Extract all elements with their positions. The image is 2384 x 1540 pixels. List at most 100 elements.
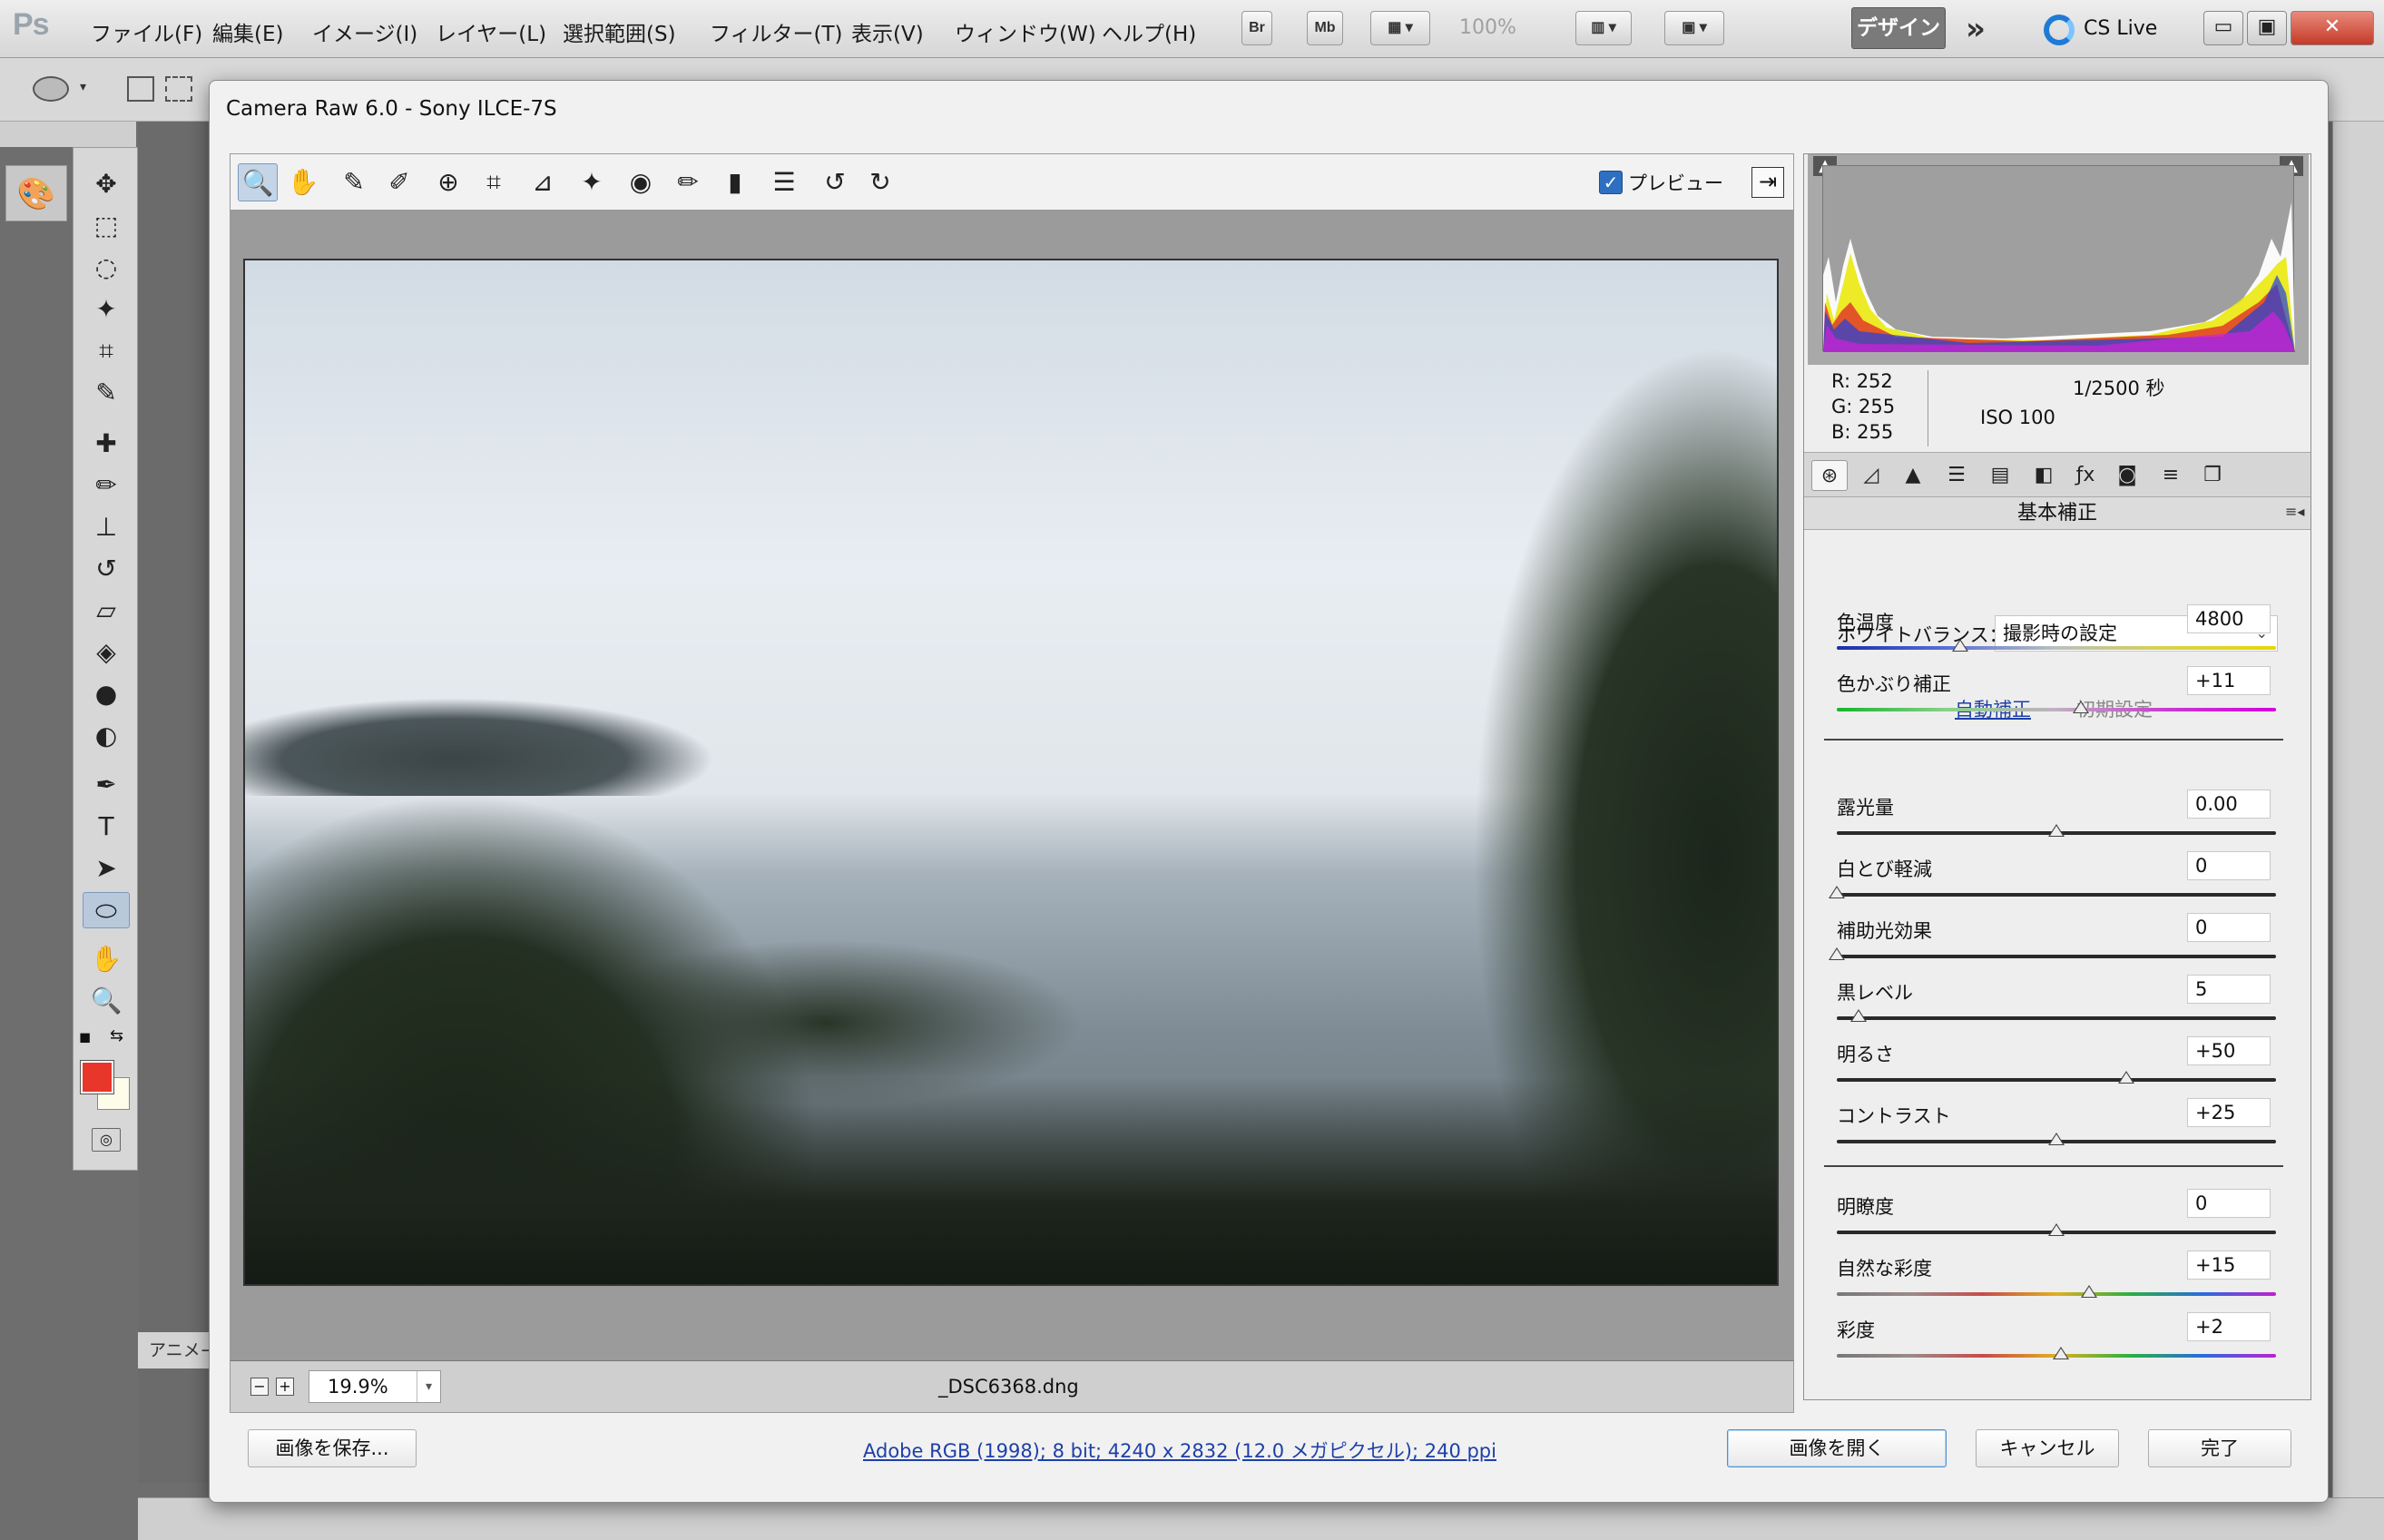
tint-slider-thumb[interactable] [2072,701,2089,713]
tab-hsl[interactable]: ☰ [1938,460,1975,491]
zoom-level-select[interactable]: 19.9% ▾ [309,1370,441,1403]
path-select-icon[interactable]: ➤ [86,850,126,887]
history-brush-icon[interactable]: ↺ [86,551,126,587]
fill-light-slider-track[interactable] [1837,955,2276,958]
new-selection-icon[interactable] [127,76,154,102]
open-image-button[interactable]: 画像を開く [1727,1429,1947,1467]
vibrance-value-field[interactable]: +15 [2187,1251,2271,1280]
panel-dock-palette-icon[interactable]: 🎨 [5,165,67,221]
rotate-left-icon[interactable]: ↺ [815,163,855,201]
tab-presets[interactable]: ≡ [2153,460,2189,491]
add-selection-icon[interactable] [165,76,192,102]
preset-dropdown-icon[interactable]: ▾ [80,80,86,94]
menu-select[interactable]: 選択範囲(S) [563,16,676,47]
menu-window[interactable]: ウィンドウ(W) [955,16,1096,47]
type-tool-icon[interactable]: T [86,809,126,845]
brightness-slider-track[interactable] [1837,1078,2276,1082]
marquee-tool-icon[interactable]: ⬚ [86,208,126,244]
vibrance-slider-track[interactable] [1837,1292,2276,1296]
cs-live-button[interactable]: CS Live [2044,9,2180,49]
view-extras-button[interactable]: ▦ ▾ [1370,11,1430,45]
arrange-documents-button[interactable]: ▥ ▾ [1575,11,1632,45]
menu-help[interactable]: ヘルプ(H) [1102,16,1196,47]
eraser-tool-icon[interactable]: ▱ [86,593,126,629]
hand-tool-icon[interactable]: ✋ [283,163,323,201]
graduated-filter-icon[interactable]: ▮ [715,163,755,201]
adjustment-brush-icon[interactable]: ✏ [668,163,708,201]
save-image-button[interactable]: 画像を保存... [248,1429,417,1467]
zoom-in-button[interactable]: + [276,1378,294,1396]
exposure-value-field[interactable]: 0.00 [2187,790,2271,819]
workflow-options-link[interactable]: Adobe RGB (1998); 8 bit; 4240 x 2832 (12… [863,1437,1496,1464]
preview-checkbox[interactable]: ✓ [1599,171,1623,194]
quick-select-tool-icon[interactable]: ✦ [86,291,126,328]
rotate-right-icon[interactable]: ↻ [860,163,900,201]
bridge-button[interactable]: Br [1241,11,1272,45]
double-chevron-icon[interactable]: » [1966,11,1986,47]
menu-layer[interactable]: レイヤー(L) [436,16,546,47]
temperature-slider-thumb[interactable] [1951,639,1968,652]
maximize-button[interactable]: ▣ [2247,11,2287,45]
zoom-tool-icon[interactable]: 🔍 [86,983,126,1019]
zoom-level[interactable]: 100% [1459,16,1516,39]
tab-basic[interactable]: ⊛ [1811,460,1848,491]
eyedropper-tool-icon[interactable]: ✎ [86,375,126,411]
stamp-tool-icon[interactable]: ⊥ [86,509,126,545]
workspace-design-button[interactable]: デザイン [1851,7,1946,49]
temperature-value-field[interactable]: 4800 [2187,604,2271,633]
zoom-tool-icon[interactable]: 🔍 [238,163,278,201]
ellipse-tool-preset-icon[interactable] [33,76,69,102]
vibrance-slider-thumb[interactable] [2081,1285,2098,1298]
fill-light-slider-thumb[interactable] [1829,947,1845,960]
done-button[interactable]: 完了 [2148,1429,2291,1467]
tab-effects[interactable]: ƒx [2067,460,2104,491]
dodge-tool-icon[interactable]: ◐ [86,718,126,754]
target-adjustment-tool-icon[interactable]: ⊕ [428,163,468,201]
paint-bucket-icon[interactable]: ◈ [86,634,126,671]
pen-tool-icon[interactable]: ✒ [86,767,126,803]
zoom-out-button[interactable]: − [250,1378,269,1396]
blacks-slider-track[interactable] [1837,1016,2276,1020]
recovery-slider-track[interactable] [1837,893,2276,897]
tint-slider-track[interactable] [1837,708,2276,711]
tab-camera-calibration[interactable]: ◙ [2109,460,2145,491]
tint-value-field[interactable]: +11 [2187,666,2271,695]
contrast-value-field[interactable]: +25 [2187,1098,2271,1127]
mini-bridge-button[interactable]: Mb [1307,11,1343,45]
straighten-tool-icon[interactable]: ⊿ [523,163,563,201]
clarity-value-field[interactable]: 0 [2187,1189,2271,1218]
tab-lens-corrections[interactable]: ◧ [2026,460,2062,491]
crop-tool-icon[interactable]: ⌗ [86,333,126,369]
spot-removal-tool-icon[interactable]: ✦ [572,163,612,201]
preferences-list-icon[interactable]: ☰ [764,163,804,201]
clarity-slider-thumb[interactable] [2048,1223,2065,1236]
exposure-slider-thumb[interactable] [2048,824,2065,837]
tab-split-toning[interactable]: ▤ [1982,460,2018,491]
white-balance-tool-icon[interactable]: ✎ [334,163,374,201]
fullscreen-toggle-icon[interactable]: ⇥ [1751,167,1784,198]
brightness-slider-thumb[interactable] [2118,1071,2135,1084]
menu-file[interactable]: ファイル(F) [91,16,202,47]
fill-light-value-field[interactable]: 0 [2187,913,2271,942]
menu-filter[interactable]: フィルター(T) [710,16,843,47]
brightness-value-field[interactable]: +50 [2187,1036,2271,1065]
temperature-slider-track[interactable] [1837,646,2276,650]
healing-brush-icon[interactable]: ✚ [86,426,126,462]
blacks-slider-thumb[interactable] [1850,1009,1868,1022]
menu-image[interactable]: イメージ(I) [312,16,417,47]
cancel-button[interactable]: キャンセル [1976,1429,2119,1467]
crop-tool-icon[interactable]: ⌗ [474,163,514,201]
swap-colors-icon[interactable]: ⇆ [110,1026,123,1045]
tab-snapshots[interactable]: ❐ [2194,460,2231,491]
recovery-value-field[interactable]: 0 [2187,851,2271,880]
hand-tool-icon[interactable]: ✋ [86,941,126,977]
foreground-color-swatch[interactable] [81,1061,113,1094]
menu-view[interactable]: 表示(V) [851,16,924,47]
blacks-value-field[interactable]: 5 [2187,975,2271,1004]
close-button[interactable]: ✕ [2291,11,2374,45]
recovery-slider-thumb[interactable] [1829,886,1845,898]
panel-menu-icon[interactable]: ≡◂ [2285,503,2304,520]
saturation-slider-thumb[interactable] [2052,1347,2069,1359]
lasso-tool-icon[interactable]: ◌ [86,250,126,286]
brush-tool-icon[interactable]: ✏ [86,467,126,504]
